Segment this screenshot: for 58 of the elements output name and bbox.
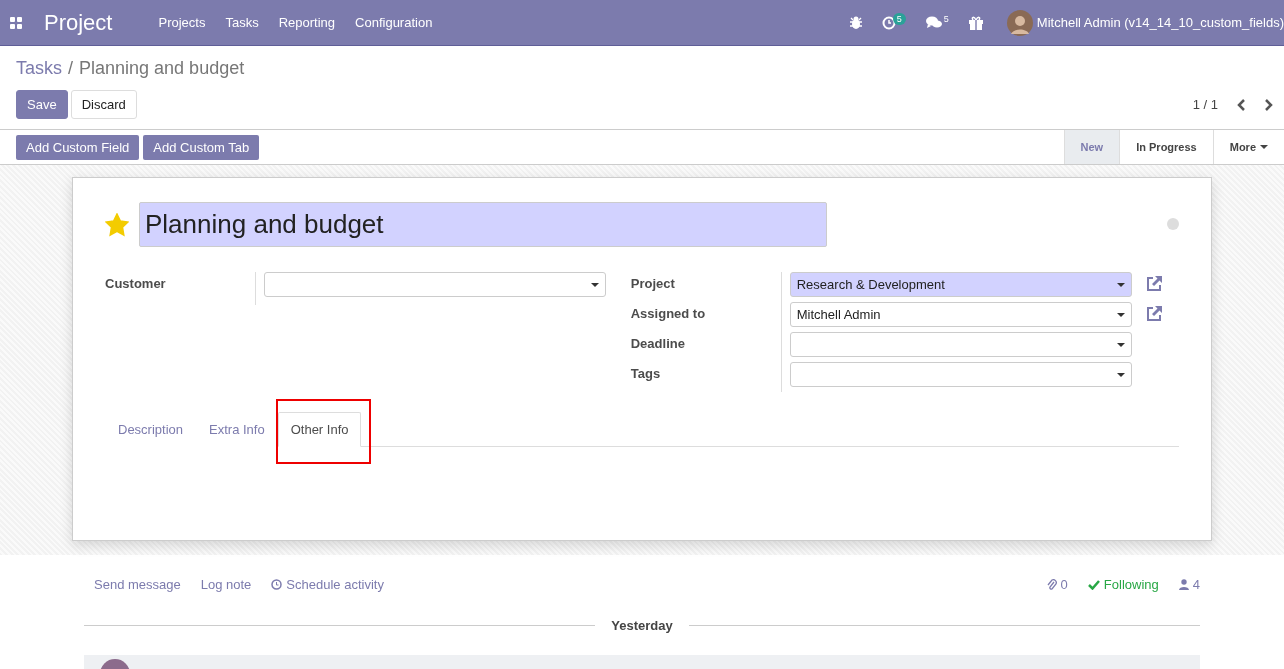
caret-icon — [1116, 372, 1125, 377]
message-count: 5 — [943, 13, 949, 24]
date-separator: Yesterday — [611, 618, 673, 633]
breadcrumb-current: Planning and budget — [79, 58, 245, 79]
dropdown-field[interactable]: Mitchell Admin — [789, 302, 1132, 327]
dropdown-field[interactable] — [264, 272, 606, 297]
user-avatar[interactable] — [1006, 9, 1033, 36]
field-value: Mitchell Admin — [796, 307, 881, 322]
activity-count: 5 — [892, 12, 906, 25]
caret-icon — [591, 282, 599, 287]
menu-item[interactable]: Projects — [158, 15, 206, 30]
attachment-count[interactable]: 0 — [1046, 577, 1068, 592]
dropdown-field[interactable] — [789, 332, 1132, 357]
followers-count[interactable]: 4 — [1178, 577, 1200, 592]
caret-icon — [1260, 145, 1268, 149]
clock-icon[interactable] — [881, 15, 896, 30]
title-field[interactable]: Planning and budget — [139, 202, 827, 247]
field-label: Deadline — [630, 332, 782, 362]
previous-icon[interactable] — [1236, 97, 1246, 112]
field-label: Tags — [630, 362, 782, 392]
dropdown-field[interactable]: Research & Development — [789, 272, 1132, 297]
menu-item[interactable]: Configuration — [355, 15, 433, 30]
discard-button[interactable]: Discard — [70, 90, 137, 119]
field-label: Project — [630, 272, 782, 302]
chatter-link[interactable]: Schedule activity — [271, 577, 384, 592]
paperclip-icon — [1046, 578, 1057, 591]
caret-icon — [1116, 342, 1125, 347]
chatter-link[interactable]: Log note — [200, 577, 252, 592]
app-title: Project — [44, 9, 113, 36]
breadcrumb-link[interactable]: Tasks — [16, 58, 62, 79]
clock-icon — [271, 579, 283, 590]
caret-icon — [1116, 312, 1125, 317]
breadcrumb-separator: / — [68, 58, 74, 79]
user-name[interactable]: Mitchell Admin (v14_14_10_custom_fields) — [1036, 15, 1284, 30]
apps-menu-icon[interactable] — [10, 16, 22, 29]
custom-action-button[interactable]: Add Custom Field — [16, 134, 140, 160]
following-button[interactable]: Following — [1087, 577, 1159, 592]
next-icon[interactable] — [1264, 97, 1274, 112]
caret-icon — [1116, 282, 1125, 287]
bug-icon[interactable] — [849, 16, 862, 29]
menu-item[interactable]: Reporting — [278, 15, 336, 30]
menu-item[interactable]: Tasks — [225, 15, 259, 30]
check-icon — [1087, 579, 1100, 590]
save-button[interactable]: Save — [16, 90, 68, 119]
person-icon — [1178, 579, 1189, 590]
form-tab[interactable]: Other Info — [277, 412, 362, 447]
custom-action-button[interactable]: Add Custom Tab — [143, 134, 260, 160]
chatter-link[interactable]: Send message — [94, 577, 181, 592]
chat-icon[interactable] — [925, 16, 942, 29]
pager-counter: 1 / 1 — [1192, 97, 1218, 112]
field-value: Research & Development — [796, 277, 945, 292]
dropdown-field[interactable] — [789, 362, 1132, 387]
field-label: Customer — [105, 272, 256, 305]
gift-icon[interactable] — [968, 15, 983, 30]
status-dot[interactable] — [1167, 218, 1179, 230]
status-stage[interactable]: New — [1063, 130, 1120, 164]
field-label: Assigned to — [630, 302, 782, 332]
star-icon[interactable] — [105, 212, 129, 237]
